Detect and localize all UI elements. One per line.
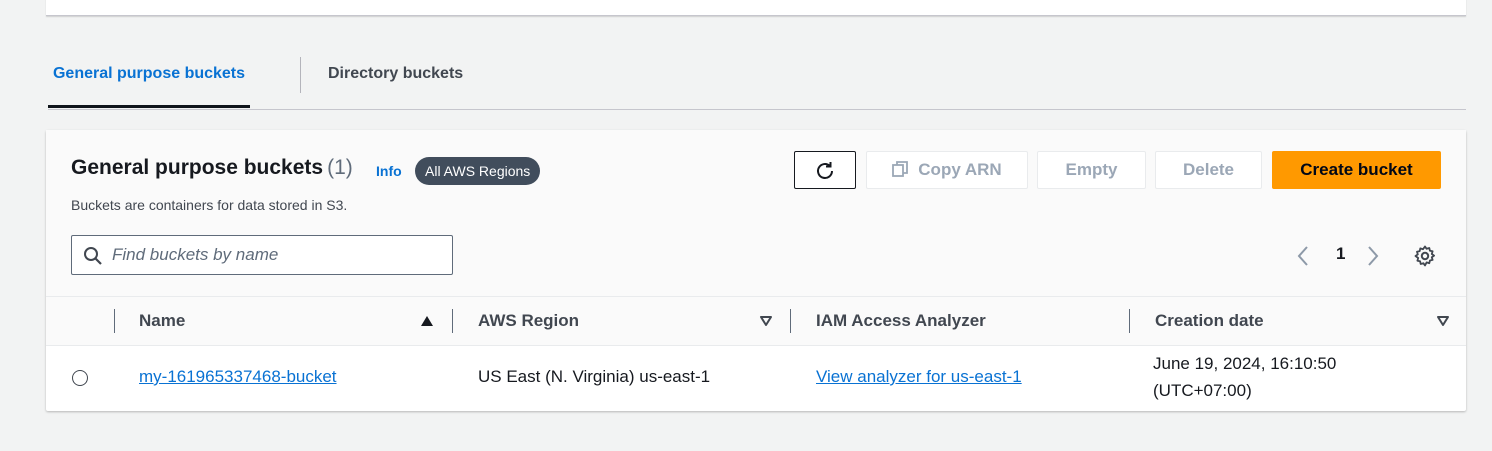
refresh-button[interactable] <box>794 151 856 189</box>
gear-icon[interactable] <box>1413 244 1437 268</box>
column-separator <box>452 309 453 333</box>
sort-descending-icon[interactable] <box>1436 315 1450 327</box>
panel-title: General purpose buckets (1) <box>71 156 353 180</box>
previous-card <box>46 0 1466 16</box>
creation-date-line1: June 19, 2024, 16:10:50 <box>1153 354 1337 373</box>
creation-date-line2: (UTC+07:00) <box>1153 381 1252 400</box>
bucket-type-tabs: General purpose buckets Directory bucket… <box>48 40 1466 110</box>
create-bucket-button[interactable]: Create bucket <box>1272 151 1441 189</box>
tab-divider <box>300 57 301 93</box>
column-separator <box>114 309 115 333</box>
search-icon <box>84 247 102 265</box>
column-header-creation-date[interactable]: Creation date <box>1155 297 1264 345</box>
panel-description: Buckets are containers for data stored i… <box>71 197 348 213</box>
tab-general-purpose-buckets[interactable]: General purpose buckets <box>48 40 250 108</box>
view-analyzer-link[interactable]: View analyzer for us-east-1 <box>816 367 1022 387</box>
tab-directory-buckets[interactable]: Directory buckets <box>303 40 488 108</box>
column-separator <box>1129 309 1130 333</box>
column-header-name[interactable]: Name <box>139 297 185 345</box>
copy-icon <box>892 161 909 177</box>
row-select-radio[interactable] <box>72 370 88 386</box>
copy-arn-button[interactable]: Copy ARN <box>866 151 1028 189</box>
refresh-icon <box>817 161 833 179</box>
chevron-left-icon[interactable] <box>1296 245 1310 267</box>
chevron-right-icon[interactable] <box>1366 245 1380 267</box>
delete-button[interactable]: Delete <box>1155 151 1262 189</box>
column-separator <box>790 309 791 333</box>
panel-header: General purpose buckets (1) Info All AWS … <box>46 130 1466 297</box>
region-badge: All AWS Regions <box>415 157 541 185</box>
sort-ascending-icon[interactable] <box>420 315 434 327</box>
empty-button[interactable]: Empty <box>1037 151 1146 189</box>
search-input[interactable] <box>112 236 442 274</box>
copy-arn-label: Copy ARN <box>918 160 1002 179</box>
current-page-number[interactable]: 1 <box>1336 244 1345 264</box>
sort-descending-icon[interactable] <box>759 315 773 327</box>
search-field <box>71 235 453 275</box>
buckets-panel: General purpose buckets (1) Info All AWS … <box>46 130 1466 411</box>
info-link[interactable]: Info <box>376 163 402 179</box>
column-header-iam-access-analyzer: IAM Access Analyzer <box>816 311 986 330</box>
column-header-region[interactable]: AWS Region <box>478 297 579 345</box>
table-header: Name AWS Region IAM Access Analyzer Crea… <box>46 297 1466 346</box>
bucket-name-link[interactable]: my-161965337468-bucket <box>139 367 337 387</box>
panel-title-text: General purpose buckets <box>71 156 324 179</box>
bucket-region: US East (N. Virginia) us-east-1 <box>478 367 711 386</box>
table-row: my-161965337468-bucket US East (N. Virgi… <box>46 346 1466 411</box>
bucket-count: (1) <box>327 156 353 179</box>
